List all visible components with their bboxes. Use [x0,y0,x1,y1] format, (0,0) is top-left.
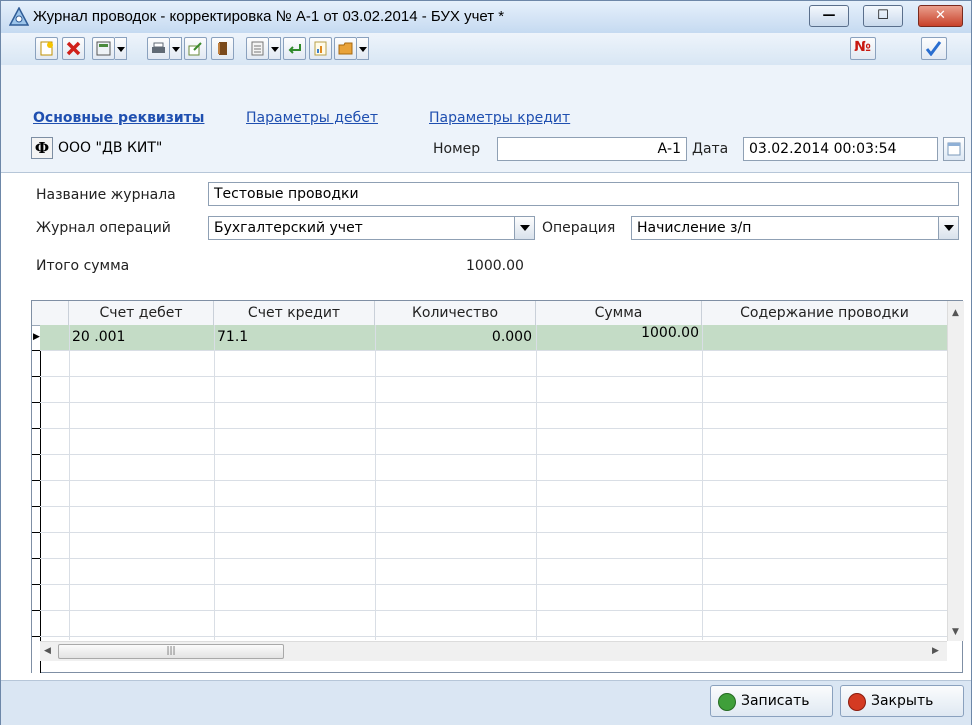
number-field[interactable]: А-1 [497,137,687,161]
minimize-button[interactable]: — [809,5,849,27]
tab-main-details[interactable]: Основные реквизиты [33,110,204,126]
cell-quantity[interactable]: 0.000 [378,329,532,345]
calculator-dropdown[interactable] [115,37,127,60]
calculator-icon [96,41,111,56]
column-debit[interactable]: Счет дебет [69,301,214,325]
delete-button[interactable] [62,37,85,60]
vertical-scrollbar[interactable]: ▲ ▼ [947,301,964,641]
export-button[interactable] [184,37,207,60]
app-logo-icon [9,7,29,26]
date-label: Дата [692,141,729,157]
journal-name-label: Название журнала [36,187,176,203]
header-blank [40,301,69,325]
folder-button[interactable] [334,37,357,60]
total-label: Итого сумма [36,258,130,274]
close-icon: ✕ [935,8,946,23]
horizontal-scrollbar[interactable]: ◀ ||| ▶ [40,641,947,661]
folder-dropdown[interactable] [357,37,369,60]
enter-button[interactable] [283,37,306,60]
operation-label: Операция [542,220,616,236]
ops-journal-label: Журнал операций [36,220,171,236]
title-bar: Журнал проводок - корректировка № А-1 от… [1,1,971,33]
maximize-icon: ☐ [877,8,889,23]
toolbar: № [1,33,971,65]
org-name: ООО "ДВ КИТ" [58,140,163,156]
scroll-down-icon[interactable]: ▼ [952,627,959,637]
print-icon [152,42,165,53]
window-title: Журнал проводок - корректировка № А-1 от… [33,8,505,25]
app-window: Журнал проводок - корректировка № А-1 от… [0,0,972,725]
number-sign-icon: № [854,39,871,55]
close-window-button[interactable]: ✕ [918,5,963,27]
scroll-up-icon[interactable]: ▲ [952,308,959,318]
calendar-icon [947,142,961,156]
save-check-icon [718,693,736,711]
book-icon [218,42,227,55]
operation-select[interactable]: Начисление з/п [631,216,959,240]
tab-credit-params[interactable]: Параметры кредит [429,110,570,126]
minimize-icon: — [822,8,836,23]
close-button[interactable]: Закрыть [840,685,964,717]
list-dropdown[interactable] [269,37,281,60]
number-button[interactable]: № [850,37,876,60]
grid-header: Счет дебет Счет кредит Количество Сумма … [32,301,947,326]
save-button[interactable]: Записать [710,685,833,717]
total-value: 1000.00 [466,258,524,274]
enter-icon [288,44,301,54]
new-doc-button[interactable] [35,37,58,60]
column-credit[interactable]: Счет кредит [214,301,375,325]
book-button[interactable] [211,37,234,60]
delete-icon [66,41,81,56]
chevron-down-icon[interactable] [938,217,958,239]
entries-grid: Счет дебет Счет кредит Количество Сумма … [31,300,964,673]
folder-icon [338,42,353,55]
ops-journal-value: Бухгалтерский учет [214,220,363,236]
list-button[interactable] [246,37,269,60]
current-row-arrow-icon: ▶ [33,332,40,342]
calculator-button[interactable] [92,37,115,60]
column-sum[interactable]: Сумма [536,301,702,325]
tab-debit-params[interactable]: Параметры дебет [246,110,378,126]
list-icon [251,41,264,56]
report-button[interactable] [309,37,332,60]
number-label: Номер [433,141,481,157]
close-label: Закрыть [871,693,934,709]
chevron-down-icon[interactable] [514,217,534,239]
column-quantity[interactable]: Количество [375,301,536,325]
save-label: Записать [741,693,810,709]
scroll-right-icon[interactable]: ▶ [932,646,939,656]
row-indicator-column [32,301,41,673]
ops-journal-select[interactable]: Бухгалтерский учет [208,216,535,240]
date-field[interactable]: 03.02.2014 00:03:54 [743,137,938,161]
cell-credit[interactable]: 71.1 [217,329,248,345]
close-circle-icon [848,693,866,711]
journal-name-field[interactable]: Тестовые проводки [208,182,959,206]
scroll-thumb[interactable]: ||| [58,644,284,659]
maximize-button[interactable]: ☐ [863,5,903,27]
print-button[interactable] [147,37,170,60]
org-select-button[interactable]: Ф [31,137,53,159]
report-icon [314,41,327,56]
calendar-button[interactable] [943,137,965,161]
new-doc-icon [40,41,53,56]
confirm-button[interactable] [921,37,947,60]
operation-value: Начисление з/п [637,220,752,236]
cell-debit[interactable]: 20 .001 [72,329,125,345]
export-icon [188,42,202,56]
checkmark-icon [925,41,942,56]
cell-sum[interactable]: 1000.00 [539,325,699,341]
print-dropdown[interactable] [170,37,182,60]
column-description[interactable]: Содержание проводки [702,301,947,325]
scroll-left-icon[interactable]: ◀ [44,646,51,656]
